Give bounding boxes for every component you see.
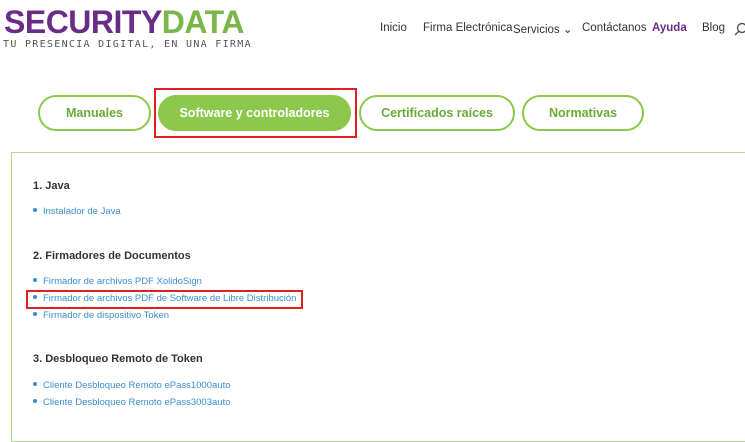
link-dispositivo-token[interactable]: Firmador de dispositivo Token xyxy=(33,310,169,321)
link-label: Firmador de dispositivo Token xyxy=(43,310,169,321)
logo-data: DATA xyxy=(162,4,244,40)
link-instalador-java[interactable]: Instalador de Java xyxy=(33,206,121,217)
site-header: SECURITYDATA TU PRESENCIA DIGITAL, EN UN… xyxy=(0,0,745,60)
nav-servicios[interactable]: Servicios ⌄ xyxy=(513,22,572,36)
logo-tagline: TU PRESENCIA DIGITAL, EN UNA FIRMA xyxy=(3,39,252,50)
section-title-desbloqueo: 3. Desbloqueo Remoto de Token xyxy=(33,353,203,365)
bullet-icon xyxy=(33,278,37,282)
tab-normativas[interactable]: Normativas xyxy=(522,95,644,131)
bullet-icon xyxy=(33,295,37,299)
link-epass3003auto[interactable]: Cliente Desbloqueo Remoto ePass3003auto xyxy=(33,397,231,408)
tab-manuales[interactable]: Manuales xyxy=(38,95,151,131)
link-label: Cliente Desbloqueo Remoto ePass1000auto xyxy=(43,380,231,391)
link-label: Instalador de Java xyxy=(43,206,121,217)
bullet-icon xyxy=(33,312,37,316)
link-xolidosign[interactable]: Firmador de archivos PDF XolidoSign xyxy=(33,276,202,287)
link-label: Firmador de archivos PDF de Software de … xyxy=(43,293,296,304)
link-pdf-libre-distribucion[interactable]: Firmador de archivos PDF de Software de … xyxy=(33,293,296,304)
logo[interactable]: SECURITYDATA TU PRESENCIA DIGITAL, EN UN… xyxy=(0,2,230,54)
nav-firma-electronica[interactable]: Firma Electrónica xyxy=(423,22,512,34)
link-label: Cliente Desbloqueo Remoto ePass3003auto xyxy=(43,397,231,408)
bullet-icon xyxy=(33,208,37,212)
link-label: Firmador de archivos PDF XolidoSign xyxy=(43,276,202,287)
logo-security: SECURITY xyxy=(4,4,162,40)
bullet-icon xyxy=(33,382,37,386)
nav-blog[interactable]: Blog xyxy=(702,22,725,34)
bullet-icon xyxy=(33,399,37,403)
tab-software-y-controladores[interactable]: Software y controladores xyxy=(158,95,351,131)
nav-ayuda[interactable]: Ayuda xyxy=(652,22,687,34)
section-title-java: 1. Java xyxy=(33,180,70,192)
link-epass1000auto[interactable]: Cliente Desbloqueo Remoto ePass1000auto xyxy=(33,380,231,391)
section-title-firmadores: 2. Firmadores de Documentos xyxy=(33,250,191,262)
nav-contactanos[interactable]: Contáctanos xyxy=(582,22,647,34)
search-icon[interactable] xyxy=(734,22,745,36)
tab-certificados-raices[interactable]: Certificados raíces xyxy=(359,95,515,131)
nav-inicio[interactable]: Inicio xyxy=(380,22,407,34)
logo-wordmark: SECURITYDATA xyxy=(4,4,244,40)
